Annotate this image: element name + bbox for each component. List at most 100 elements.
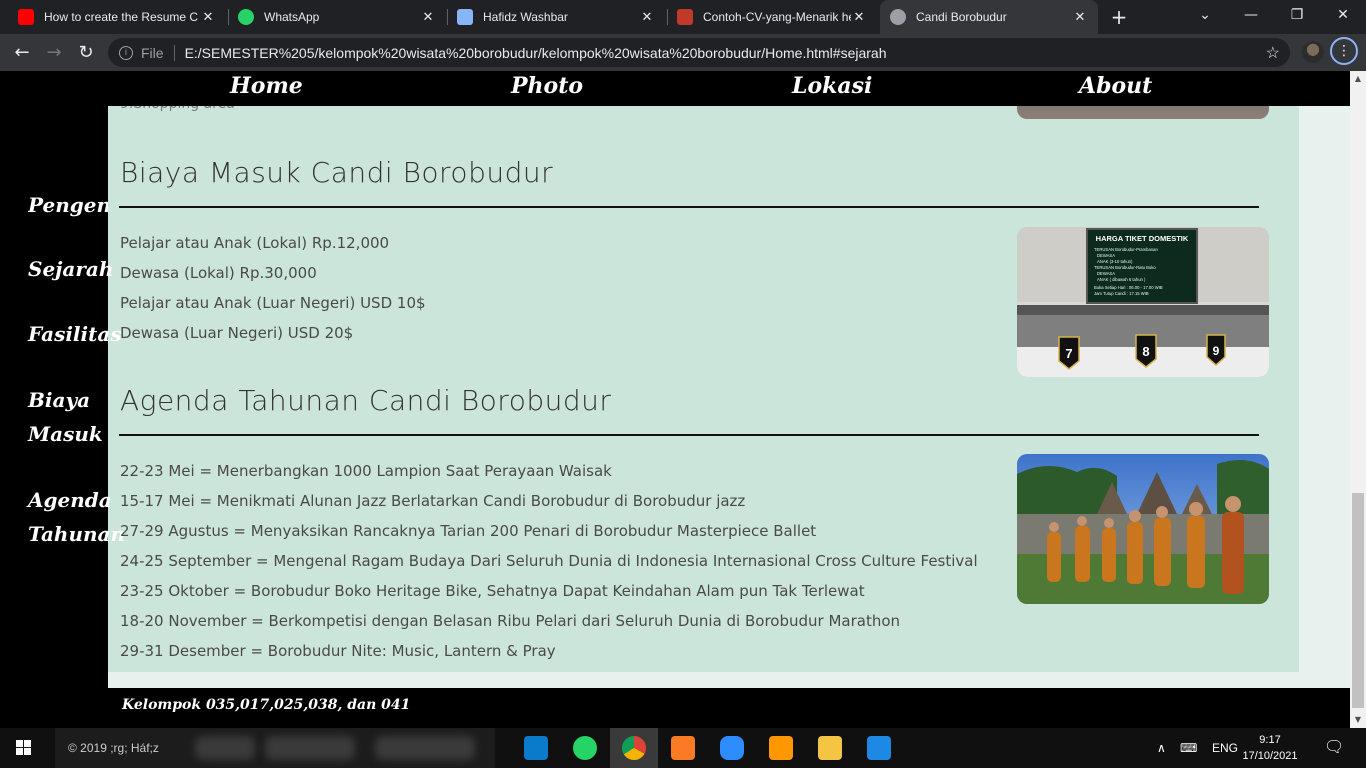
taskbar-chrome[interactable] (610, 728, 658, 768)
new-tab-button[interactable]: + (1108, 6, 1130, 28)
folder-icon (818, 736, 842, 760)
biaya-section-title: Biaya Masuk Candi Borobudur (120, 156, 554, 189)
nav-about-link[interactable]: About (1079, 73, 1152, 99)
back-button[interactable]: ← (10, 41, 34, 65)
media-icon (867, 736, 891, 760)
sidebar-item-pengenalan[interactable]: Pengenalan (28, 188, 108, 222)
list-item: 22-23 Mei = Menerbangkan 1000 Lampion Sa… (120, 462, 612, 480)
taskbar-xampp[interactable] (659, 728, 707, 768)
taskbar-sublime[interactable] (757, 728, 805, 768)
svg-text:Jam Tutup Candi : 17.15 WIB: Jam Tutup Candi : 17.15 WIB (1094, 291, 1149, 296)
close-tab-icon[interactable]: ✕ (639, 9, 655, 25)
keyboard-icon[interactable]: ⌨ (1180, 728, 1197, 768)
url-text[interactable]: E:/SEMESTER%205/kelompok%20wisata%20boro… (185, 45, 887, 61)
profile-avatar[interactable] (1302, 41, 1324, 63)
sidebar-item-fasilitas[interactable]: Fasilitas (28, 317, 122, 351)
svg-text:TERUSAN Borobudur-Prambanan: TERUSAN Borobudur-Prambanan (1094, 247, 1158, 252)
star-icon (677, 9, 693, 25)
agenda-section-title: Agenda Tahunan Candi Borobudur (120, 384, 612, 417)
svg-text:7: 7 (1065, 346, 1072, 361)
windows-taskbar: © 2019 ;rg; Háf;z ∧ ⌨ ENG 9:17 17/10/202… (0, 728, 1366, 768)
windows-start-icon[interactable] (16, 740, 32, 756)
ticket-price-photo: HARGA TIKET DOMESTIK TERUSAN Borobudur-P… (1017, 227, 1269, 377)
ticket-sign-heading: HARGA TIKET DOMESTIK (1096, 234, 1189, 243)
svg-text:TERUSAN Borobudur-Ratu Boko: TERUSAN Borobudur-Ratu Boko (1094, 265, 1156, 270)
xampp-icon (671, 736, 695, 760)
info-icon[interactable]: i (119, 45, 133, 60)
section-divider (119, 434, 1259, 436)
tray-chevron-icon[interactable]: ∧ (1157, 728, 1166, 768)
notification-icon[interactable]: 🗨 (1324, 728, 1344, 768)
list-item: 23-25 Oktober = Borobudur Boko Heritage … (120, 582, 865, 600)
close-tab-icon[interactable]: ✕ (420, 9, 436, 25)
browser-menu-button[interactable]: ⋮ (1330, 37, 1358, 65)
agenda-list: 22-23 Mei = Menerbangkan 1000 Lampion Sa… (120, 456, 978, 666)
taskbar-clock[interactable]: 9:17 17/10/2021 (1240, 732, 1300, 764)
search-highlight-blur (375, 736, 475, 760)
list-item: 15-17 Mei = Menikmati Alunan Jazz Berlat… (120, 492, 746, 510)
monks-procession-illustration (1017, 454, 1269, 604)
tab-contoh-cv[interactable]: Contoh-CV-yang-Menarik he ✕ (667, 0, 877, 34)
taskbar-search-text: © 2019 ;rg; Háf;z (68, 741, 159, 755)
scroll-down-arrow[interactable]: ▼ (1350, 712, 1366, 728)
tab-search-button[interactable]: ⌄ (1182, 0, 1228, 34)
tab-hafidz[interactable]: Hafidz Washbar ✕ (447, 0, 665, 34)
list-item: 24-25 September = Mengenal Ragam Budaya … (120, 552, 978, 570)
svg-text:DEWASA: DEWASA (1097, 253, 1115, 258)
reload-button[interactable]: ↻ (74, 41, 98, 65)
close-tab-icon[interactable]: ✕ (200, 9, 216, 25)
monks-photo (1017, 454, 1269, 604)
tab-youtube[interactable]: How to create the Resume C ✕ (8, 0, 226, 34)
whatsapp-icon (238, 9, 254, 25)
close-window-button[interactable]: ✕ (1320, 0, 1366, 34)
sublime-icon (769, 736, 793, 760)
close-tab-icon[interactable]: ✕ (1072, 9, 1088, 25)
taskbar-search-box[interactable]: © 2019 ;rg; Háf;z (55, 728, 495, 768)
nav-home-link[interactable]: Home (230, 73, 303, 99)
whatsapp-icon (573, 736, 597, 760)
forward-button[interactable]: → (42, 41, 66, 65)
maximize-button[interactable]: ❐ (1274, 0, 1320, 34)
svg-text:Buka Setiap Hari : 06.00 - 17.: Buka Setiap Hari : 06.00 - 17.00 WIB (1094, 285, 1163, 290)
taskbar-media[interactable] (855, 728, 903, 768)
address-bar[interactable]: i File E:/SEMESTER%205/kelompok%20wisata… (108, 38, 1290, 67)
taskbar-file-explorer[interactable] (806, 728, 854, 768)
clock-date: 17/10/2021 (1242, 750, 1298, 762)
clock-time: 9:17 (1259, 734, 1281, 746)
svg-text:ANAK (3-10 tahun): ANAK (3-10 tahun) (1097, 259, 1133, 264)
chrome-icon (622, 736, 646, 760)
bookmark-star-icon[interactable]: ☆ (1266, 43, 1280, 63)
sidebar-item-agenda[interactable]: Agenda (28, 483, 112, 517)
zoom-icon (720, 736, 744, 760)
list-item: Pelajar atau Anak (Lokal) Rp.12,000 (120, 234, 390, 252)
sidebar-item-biaya[interactable]: Biaya (28, 383, 90, 417)
svg-text:8: 8 (1142, 344, 1149, 359)
taskbar-zoom[interactable] (708, 728, 756, 768)
taskbar-whatsapp[interactable] (561, 728, 609, 768)
globe-icon (890, 9, 906, 25)
svg-text:9: 9 (1213, 344, 1220, 358)
page-footer: Kelompok 035,017,025,038, dan 041 (108, 688, 1350, 728)
url-divider (173, 44, 175, 61)
scrollbar-thumb[interactable] (1352, 493, 1364, 708)
sidebar-item-sejarah[interactable]: Sejarah (28, 252, 113, 286)
minimize-button[interactable]: — (1228, 0, 1274, 34)
nav-photo-link[interactable]: Photo (511, 73, 583, 99)
nav-lokasi-link[interactable]: Lokasi (792, 73, 872, 99)
language-indicator[interactable]: ENG (1212, 728, 1238, 768)
tab-whatsapp[interactable]: WhatsApp ✕ (228, 0, 446, 34)
sidebar-item-tahunan[interactable]: Tahunan (28, 517, 125, 551)
list-item: Pelajar atau Anak (Luar Negeri) USD 10$ (120, 294, 426, 312)
tab-candi-borobudur[interactable]: Candi Borobudur ✕ (880, 0, 1098, 34)
url-scheme: File (141, 44, 164, 61)
sidebar-item-masuk[interactable]: Masuk (28, 417, 103, 451)
scroll-up-arrow[interactable]: ▲ (1350, 71, 1366, 87)
site-icon (457, 9, 473, 25)
list-item: Dewasa (Luar Negeri) USD 20$ (120, 324, 354, 342)
taskbar-vscode[interactable] (512, 728, 560, 768)
ticket-sign-illustration: HARGA TIKET DOMESTIK TERUSAN Borobudur-P… (1017, 227, 1269, 377)
list-item: Dewasa (Lokal) Rp.30,000 (120, 264, 317, 282)
search-highlight-blur (265, 736, 355, 760)
close-tab-icon[interactable]: ✕ (851, 9, 867, 25)
svg-text:ANAK ( dibawah 6 tahun ): ANAK ( dibawah 6 tahun ) (1097, 277, 1146, 282)
